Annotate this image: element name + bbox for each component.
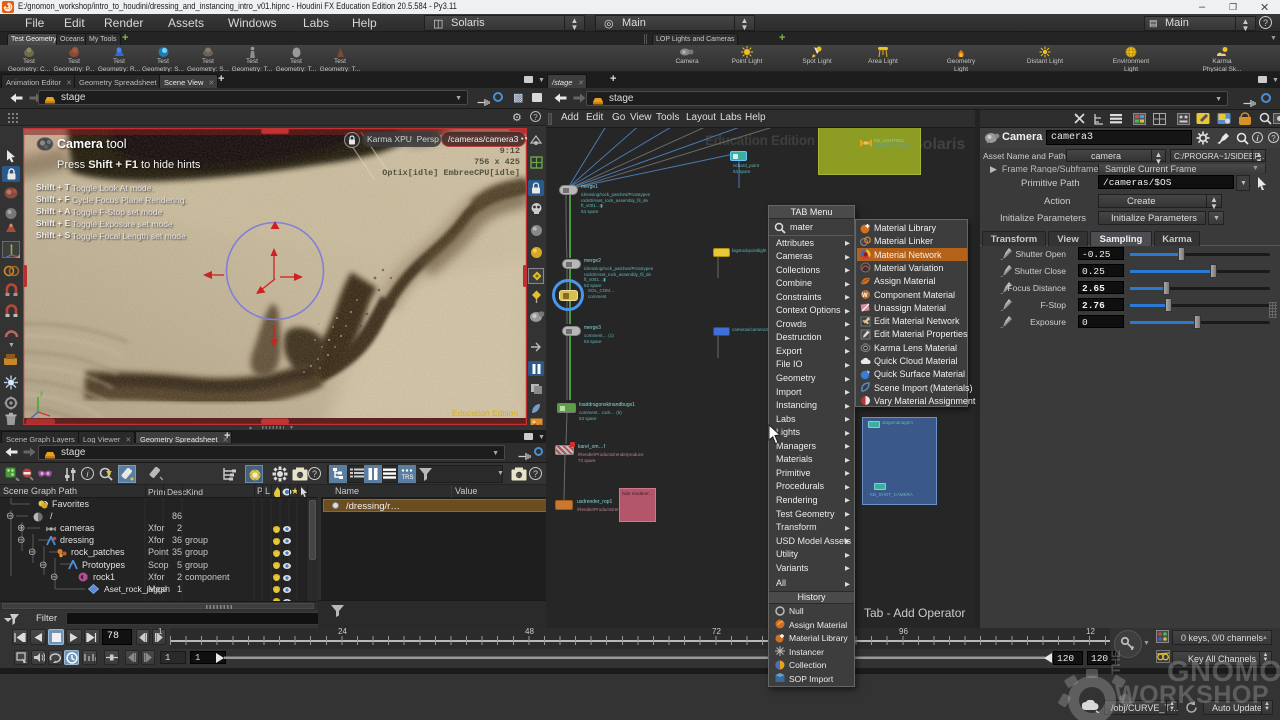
- svg-text:TRS: TRS: [402, 475, 414, 480]
- svg-text:Education Edition: Education Edition: [452, 408, 518, 418]
- svg-text:?: ?: [298, 471, 303, 480]
- svg-text:W: W: [862, 293, 868, 299]
- svg-text:?: ?: [517, 471, 522, 480]
- svg-text:y: y: [40, 391, 43, 397]
